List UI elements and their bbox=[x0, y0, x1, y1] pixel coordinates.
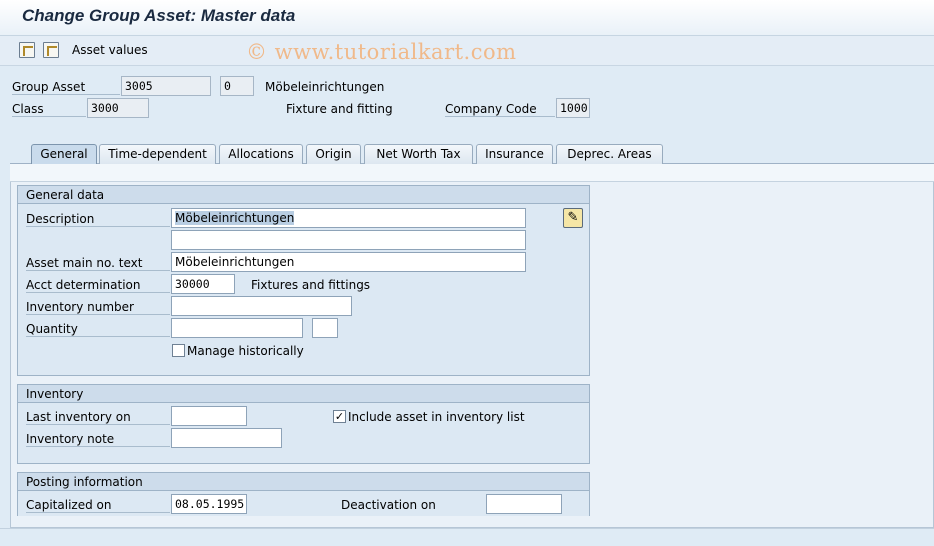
quantity-label: Quantity bbox=[26, 322, 170, 337]
inventory-number-field[interactable] bbox=[171, 296, 352, 316]
quantity-field[interactable] bbox=[171, 318, 303, 338]
main-no-text-field[interactable]: Möbeleinrichtungen bbox=[171, 252, 526, 272]
asset-values-button[interactable]: Asset values bbox=[72, 43, 148, 57]
tab-origin[interactable]: Origin bbox=[306, 144, 361, 164]
tab-general[interactable]: General bbox=[31, 144, 97, 164]
unit-field[interactable] bbox=[312, 318, 338, 338]
description-value: Möbeleinrichtungen bbox=[175, 211, 295, 225]
class-field[interactable]: 3000 bbox=[87, 98, 149, 118]
posting-information-title: Posting information bbox=[18, 473, 589, 491]
deactivation-on-label: Deactivation on bbox=[341, 498, 436, 512]
acct-determination-field[interactable]: 30000 bbox=[171, 274, 235, 294]
last-inventory-field[interactable] bbox=[171, 406, 247, 426]
company-code-label: Company Code bbox=[445, 102, 555, 117]
tab-content-header bbox=[10, 164, 934, 182]
other-object-icon[interactable] bbox=[43, 42, 59, 58]
description-line2-field[interactable] bbox=[171, 230, 526, 250]
manage-historically-checkbox[interactable] bbox=[172, 344, 185, 357]
inventory-note-field[interactable] bbox=[171, 428, 282, 448]
status-bar bbox=[0, 528, 934, 546]
sub-number-field[interactable]: 0 bbox=[220, 76, 254, 96]
tab-allocations[interactable]: Allocations bbox=[219, 144, 303, 164]
capitalized-on-field[interactable]: 08.05.1995 bbox=[171, 494, 247, 514]
deactivation-on-field[interactable] bbox=[486, 494, 562, 514]
tab-time-dependent[interactable]: Time-dependent bbox=[99, 144, 216, 164]
class-label: Class bbox=[12, 102, 86, 117]
title-bar: Change Group Asset: Master data bbox=[0, 0, 934, 36]
last-inventory-label: Last inventory on bbox=[26, 410, 170, 425]
include-inventory-label: Include asset in inventory list bbox=[348, 410, 525, 424]
inventory-note-label: Inventory note bbox=[26, 432, 170, 447]
capitalized-on-label: Capitalized on bbox=[26, 498, 170, 513]
acct-determination-label: Acct determination bbox=[26, 278, 170, 293]
class-description: Fixture and fitting bbox=[286, 102, 393, 116]
group-asset-description: Möbeleinrichtungen bbox=[265, 80, 385, 94]
description-label: Description bbox=[26, 212, 170, 227]
company-code-field[interactable]: 1000 bbox=[556, 98, 590, 118]
inventory-number-label: Inventory number bbox=[26, 300, 170, 315]
manage-historically-label: Manage historically bbox=[187, 344, 304, 358]
description-field[interactable]: Möbeleinrichtungen bbox=[171, 208, 526, 228]
tab-deprec-areas[interactable]: Deprec. Areas bbox=[556, 144, 663, 164]
acct-determination-description: Fixtures and fittings bbox=[251, 278, 371, 292]
watermark: © www.tutorialkart.com bbox=[246, 40, 517, 64]
group-asset-label: Group Asset bbox=[12, 80, 120, 95]
tab-net-worth-tax[interactable]: Net Worth Tax bbox=[364, 144, 473, 164]
include-inventory-checkbox[interactable]: ✓ bbox=[333, 410, 346, 423]
tab-insurance[interactable]: Insurance bbox=[476, 144, 553, 164]
main-no-text-label: Asset main no. text bbox=[26, 256, 170, 271]
inventory-title: Inventory bbox=[18, 385, 589, 403]
edit-long-text-icon[interactable]: ✎ bbox=[563, 208, 583, 228]
display-change-icon[interactable] bbox=[19, 42, 35, 58]
page-title: Change Group Asset: Master data bbox=[22, 6, 296, 25]
group-asset-field[interactable]: 3005 bbox=[121, 76, 211, 96]
general-data-title: General data bbox=[18, 186, 589, 204]
